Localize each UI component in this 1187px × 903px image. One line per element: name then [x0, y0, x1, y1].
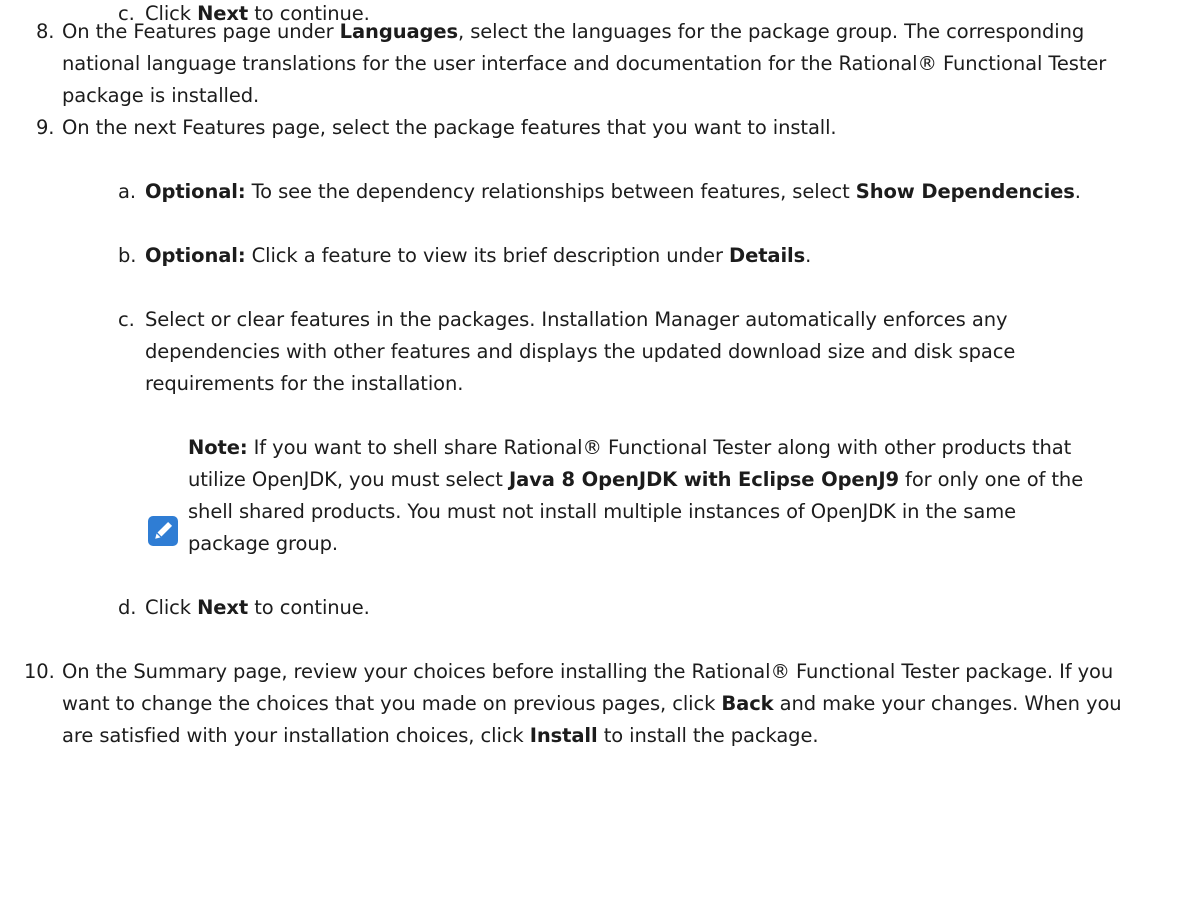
- step-8-line-2: national language translations for the u…: [62, 52, 1107, 75]
- step-10-marker: 10.: [24, 660, 55, 683]
- step-10-line-2: want to change the choices that you made…: [62, 692, 1122, 715]
- pencil-icon: [148, 516, 178, 546]
- step-9-text: On the next Features page, select the pa…: [62, 116, 837, 139]
- note-line-2: utilize OpenJDK, you must select Java 8 …: [188, 468, 1084, 491]
- note-line-3: shell shared products. You must not inst…: [188, 500, 1017, 523]
- step-9c-line-3: requirements for the installation.: [145, 372, 464, 395]
- step-9b-marker: b.: [118, 244, 137, 267]
- step-8-line-3: package is installed.: [62, 84, 260, 107]
- step-8-line-1: On the Features page under Languages, se…: [62, 20, 1085, 43]
- step-9c-line-1: Select or clear features in the packages…: [145, 308, 1008, 331]
- step-9d-marker: d.: [118, 596, 137, 619]
- note-line-4: package group.: [188, 532, 338, 555]
- step-9b-text: Optional: Click a feature to view its br…: [145, 244, 812, 267]
- step-8-marker: 8.: [36, 20, 55, 43]
- step-9d-text: Click Next to continue.: [145, 596, 370, 619]
- step-10-line-3: are satisfied with your installation cho…: [62, 724, 819, 747]
- step-9a-marker: a.: [118, 180, 136, 203]
- step-9a-text: Optional: To see the dependency relation…: [145, 180, 1081, 203]
- step-10-line-1: On the Summary page, review your choices…: [62, 660, 1114, 683]
- step-9c-marker: c.: [118, 308, 135, 331]
- note-line-1: Note: If you want to shell share Rationa…: [188, 436, 1072, 459]
- step-9-marker: 9.: [36, 116, 55, 139]
- step-9c-line-2: dependencies with other features and dis…: [145, 340, 1016, 363]
